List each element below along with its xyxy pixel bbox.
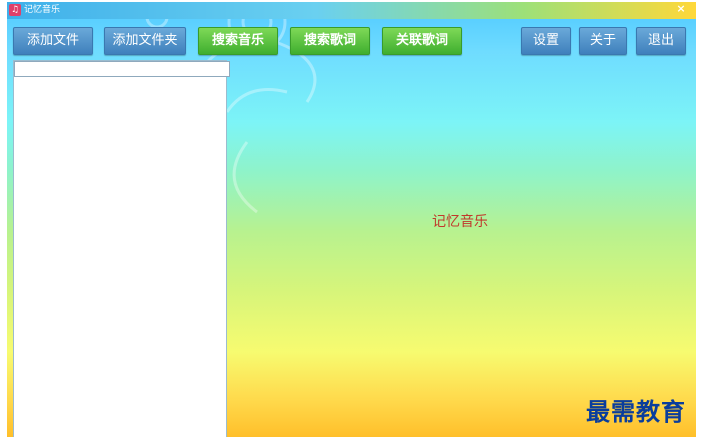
search-lyrics-button[interactable]: 搜索歌词	[290, 27, 370, 55]
playlist-panel[interactable]	[13, 60, 230, 437]
exit-button[interactable]: 退出	[636, 27, 686, 55]
music-note-icon: ♫	[9, 4, 21, 16]
settings-button[interactable]: 设置	[521, 27, 571, 55]
center-app-label: 记忆音乐	[432, 214, 488, 230]
watermark-text: 最需教育	[586, 397, 686, 426]
title-bar[interactable]: ♫ 记忆音乐 ×	[7, 2, 696, 19]
search-music-button[interactable]: 搜索音乐	[198, 27, 278, 55]
add-folder-button[interactable]: 添加文件夹	[104, 27, 186, 55]
playlist-search-input[interactable]	[14, 61, 230, 77]
add-file-button[interactable]: 添加文件	[13, 27, 93, 55]
app-window: ♫ 记忆音乐 × 添加文件 添加文件夹 搜索音乐 搜索歌词 关联歌词 设置 关于…	[7, 2, 696, 437]
window-title: 记忆音乐	[24, 5, 61, 15]
close-icon[interactable]: ×	[674, 2, 688, 16]
about-button[interactable]: 关于	[579, 27, 627, 55]
link-lyrics-button[interactable]: 关联歌词	[382, 27, 462, 55]
